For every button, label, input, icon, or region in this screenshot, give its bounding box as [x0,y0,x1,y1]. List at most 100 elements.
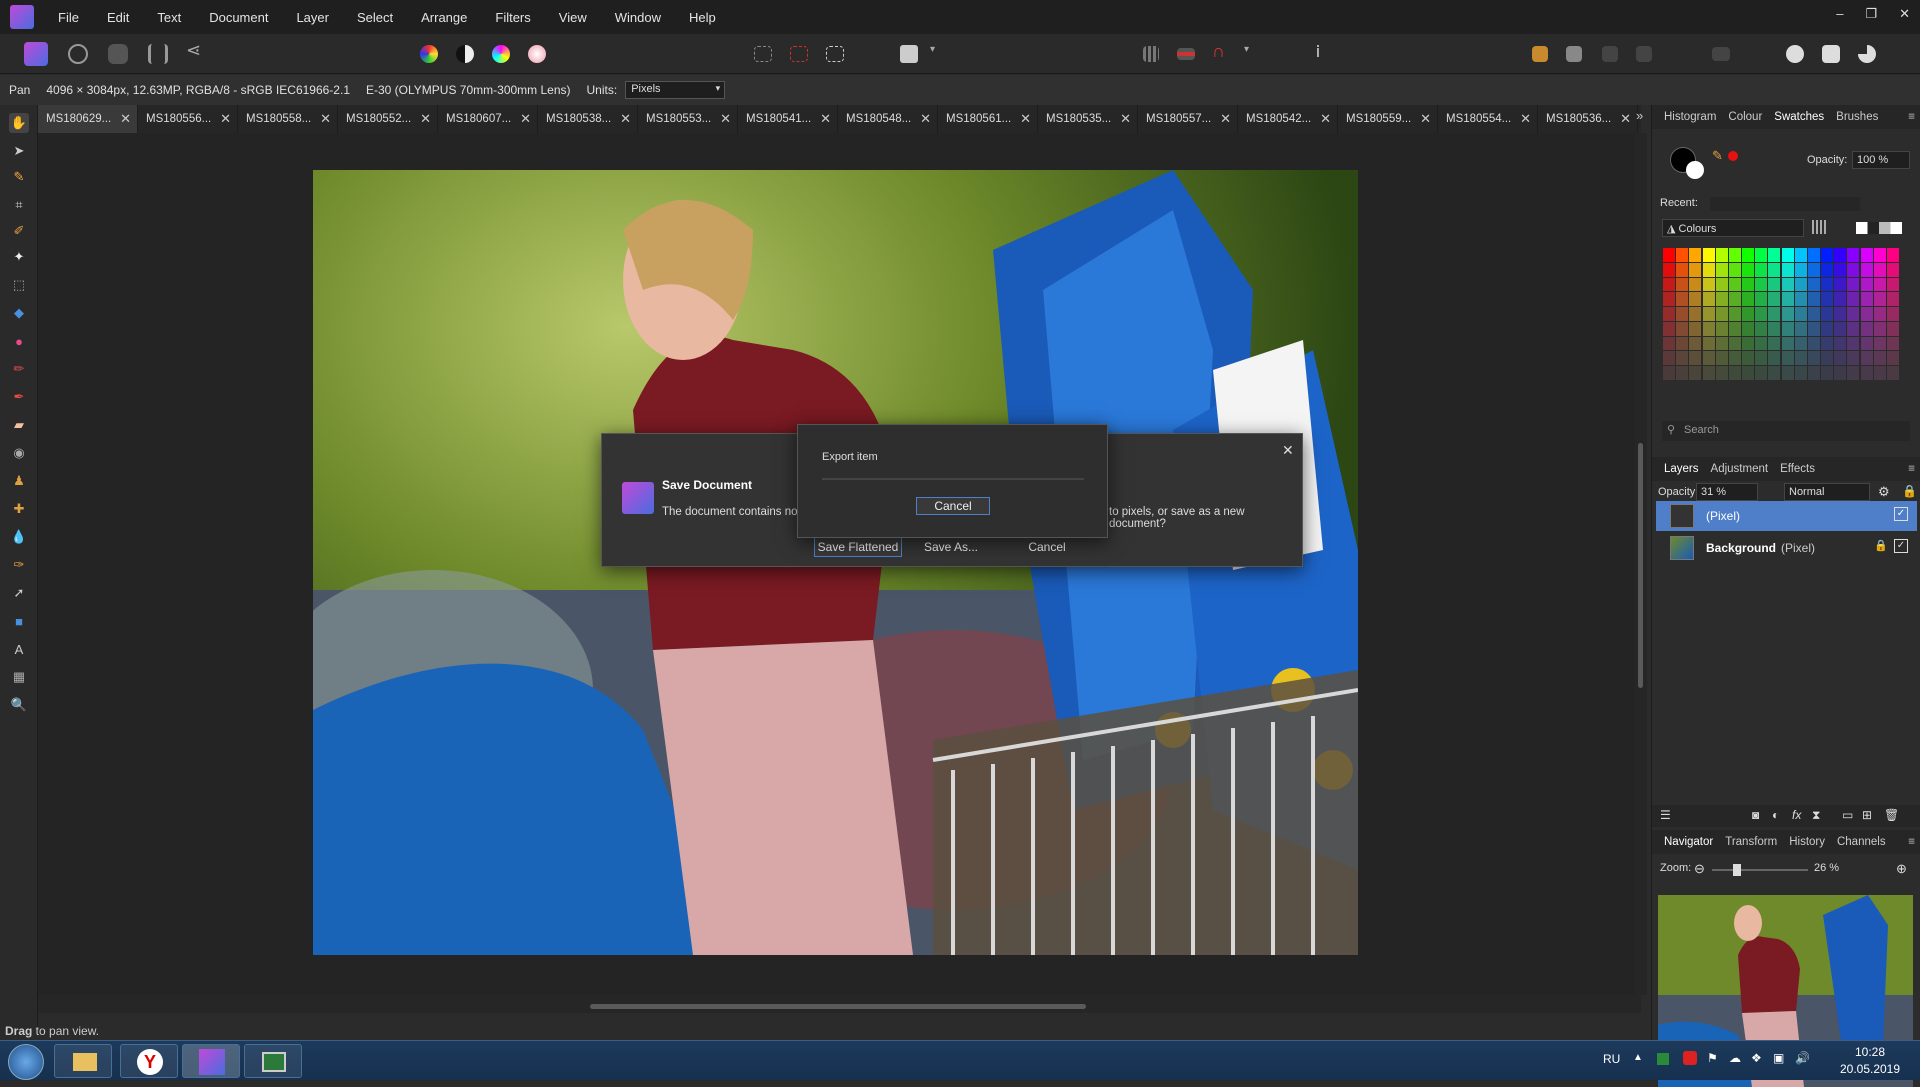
export-cancel-button[interactable]: Cancel [916,497,990,515]
swatch-opacity-field[interactable]: 100 % [1852,151,1910,169]
document-tab[interactable]: MS180548... ✕ [838,105,938,133]
tab-adjustment[interactable]: Adjustment [1711,463,1769,475]
colour-swatch[interactable] [1834,277,1847,292]
menu-help[interactable]: Help [675,10,730,25]
tray-security-icon[interactable] [1683,1051,1697,1065]
tab-history[interactable]: History [1789,836,1825,848]
document-tab[interactable]: MS180536... ✕ [1538,105,1638,133]
colour-swatch[interactable] [1860,277,1873,292]
add-layer-icon[interactable]: ⊞ [1862,808,1872,822]
colour-swatch[interactable] [1873,321,1886,336]
selection-brush-tool-icon[interactable]: ✐ [9,221,29,241]
colour-swatch[interactable] [1834,351,1847,366]
color-replacement-tool-icon[interactable]: ✒ [9,387,29,407]
crop-tool-icon[interactable]: ⌗ [9,195,29,215]
chevron-down-icon[interactable]: ▾ [930,44,954,68]
document-tab[interactable]: MS180561... ✕ [938,105,1038,133]
colour-swatch[interactable] [1755,336,1768,351]
zoom-in-icon[interactable]: ⊕ [1896,861,1907,877]
colour-swatch[interactable] [1886,307,1899,321]
colour-swatch[interactable] [1794,277,1807,292]
auto-levels-icon[interactable] [420,45,438,63]
colour-swatch[interactable] [1663,277,1676,292]
colour-swatch[interactable] [1742,351,1755,366]
close-tab-icon[interactable]: ✕ [720,111,731,127]
colour-swatch[interactable] [1847,292,1860,307]
adjustment-icon[interactable]: ◐ [1772,808,1779,822]
colour-swatch[interactable] [1715,292,1728,307]
colour-swatch[interactable] [1742,366,1755,380]
colour-swatch[interactable] [1715,262,1728,277]
colour-swatch[interactable] [1794,366,1807,380]
colour-swatch[interactable] [1847,366,1860,380]
colour-swatch[interactable] [1742,262,1755,277]
colour-swatch[interactable] [1702,336,1715,351]
colour-swatch[interactable] [1886,336,1899,351]
start-button[interactable] [8,1044,44,1080]
colour-swatch[interactable] [1860,292,1873,307]
info-icon[interactable]: ⅰ [1306,42,1330,66]
volume-icon[interactable]: 🔊 [1795,1051,1810,1065]
invert-selection-icon[interactable] [826,46,844,62]
lock-icon[interactable]: 🔒 [1902,484,1917,498]
pen-tool-icon[interactable]: ✑ [9,555,29,575]
colour-swatch[interactable] [1676,262,1689,277]
colour-swatch[interactable] [1847,277,1860,292]
colour-swatch[interactable] [1886,366,1899,380]
align-icon[interactable] [1712,47,1730,61]
boolean-subtract-icon[interactable] [1822,45,1840,63]
document-tab[interactable]: MS180553... ✕ [638,105,738,133]
colour-swatch[interactable] [1873,248,1886,262]
document-tab[interactable]: MS180559... ✕ [1338,105,1438,133]
colour-swatch[interactable] [1676,292,1689,307]
colour-swatch[interactable] [1742,321,1755,336]
colour-swatch[interactable] [1781,262,1794,277]
colour-swatch[interactable] [1768,351,1781,366]
document-tab[interactable]: MS180607... ✕ [438,105,538,133]
colour-swatch[interactable] [1768,307,1781,321]
colour-swatch[interactable] [1742,336,1755,351]
close-icon[interactable]: ✕ [1282,442,1294,459]
colour-swatch[interactable] [1702,262,1715,277]
colour-swatch[interactable] [1794,248,1807,262]
colour-swatch[interactable] [1702,366,1715,380]
clock-time[interactable]: 10:28 [1840,1045,1900,1059]
arrange-forward-icon[interactable] [1566,46,1582,62]
colour-swatch[interactable] [1821,292,1834,307]
colour-swatch[interactable] [1742,248,1755,262]
colour-swatch[interactable] [1807,292,1820,307]
horizontal-scroll-thumb[interactable] [590,1004,1086,1009]
colour-swatch[interactable] [1689,292,1702,307]
palette-select[interactable]: ◮ Colours [1662,219,1804,237]
colour-swatch[interactable] [1715,248,1728,262]
develop-persona-icon[interactable] [108,44,128,64]
menu-edit[interactable]: Edit [93,10,143,25]
colour-swatch[interactable] [1781,277,1794,292]
document-tab[interactable]: MS180557... ✕ [1138,105,1238,133]
cancel-button[interactable]: Cancel [1002,537,1092,557]
colour-swatch[interactable] [1676,248,1689,262]
colour-swatch[interactable] [1715,351,1728,366]
colour-swatch[interactable] [1886,292,1899,307]
menu-arrange[interactable]: Arrange [407,10,481,25]
zoom-slider-handle[interactable] [1732,864,1741,876]
colour-swatch[interactable] [1715,307,1728,321]
colour-swatch[interactable] [1860,336,1873,351]
colour-swatch[interactable] [1781,307,1794,321]
colour-swatch[interactable] [1663,351,1676,366]
dropbox-icon[interactable]: ❖ [1751,1051,1762,1065]
colour-swatch[interactable] [1794,351,1807,366]
colour-swatch[interactable] [1663,292,1676,307]
colour-swatch[interactable] [1834,321,1847,336]
colour-swatch[interactable] [1807,277,1820,292]
tab-layers[interactable]: Layers [1664,463,1699,475]
colour-swatch[interactable] [1873,351,1886,366]
clone-tool-icon[interactable]: ♟ [9,471,29,491]
colour-swatch[interactable] [1663,248,1676,262]
colour-swatch[interactable] [1860,262,1873,277]
healing-brush-tool-icon[interactable]: ✚ [9,499,29,519]
colour-swatch[interactable] [1873,336,1886,351]
layer-row-pixel[interactable]: (Pixel) ✓ [1656,501,1917,531]
layer-visibility-checkbox[interactable]: ✓ [1894,539,1908,553]
colour-swatch[interactable] [1834,292,1847,307]
